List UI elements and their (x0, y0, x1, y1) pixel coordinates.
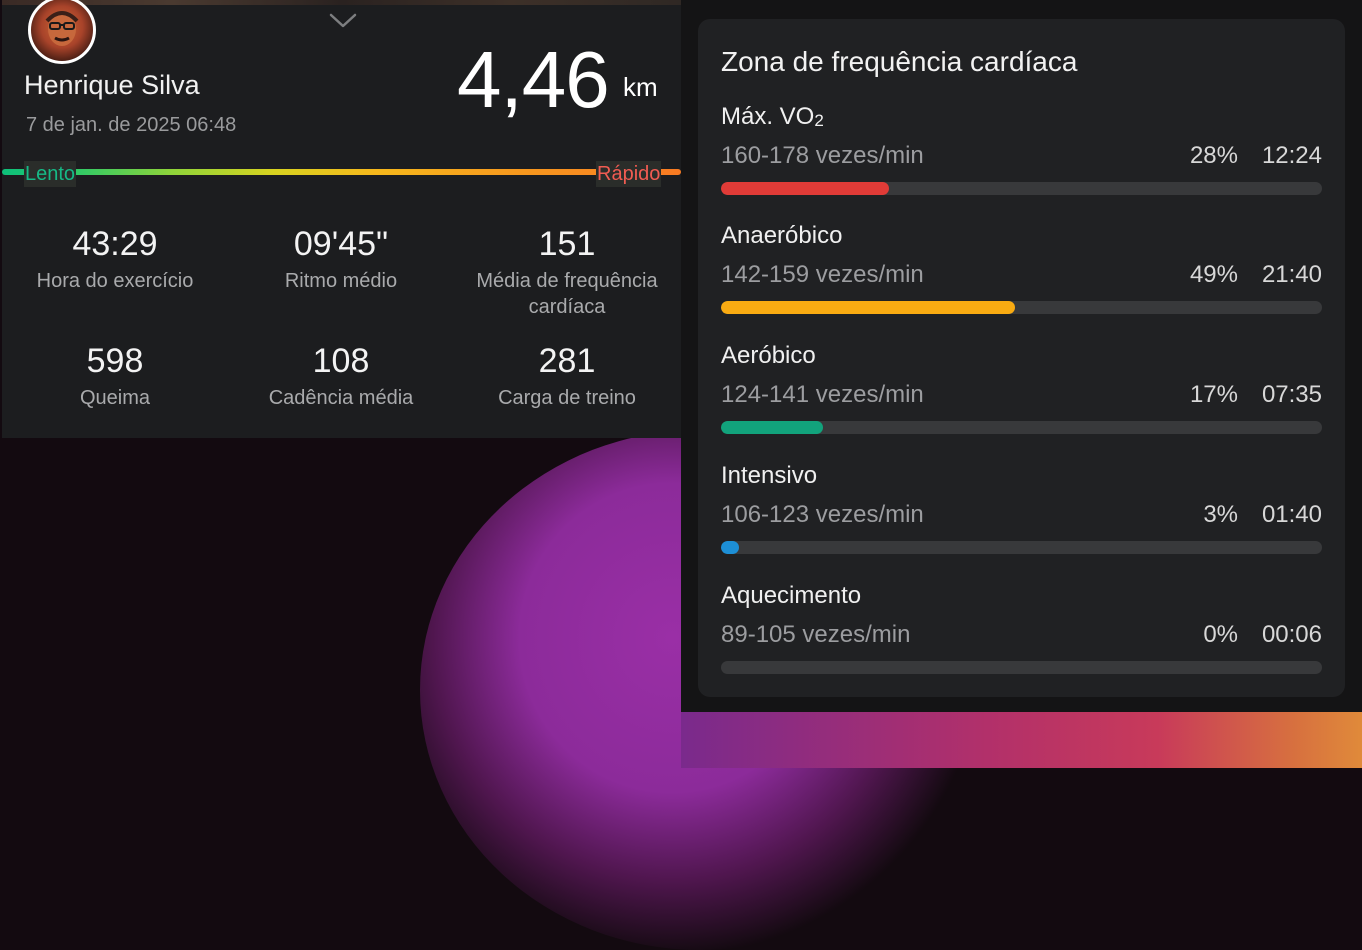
zone-progress-fill (721, 421, 824, 434)
zone-intensive: Intensivo 106-123 vezes/min 3% 01:40 (721, 462, 1322, 562)
zone-progress-track (721, 421, 1322, 434)
zone-progress-fill (721, 301, 1016, 314)
avatar[interactable] (28, 0, 96, 64)
zone-name: Anaeróbico (721, 222, 843, 249)
heart-rate-zone-title: Zona de frequência cardíaca (721, 46, 1078, 77)
zone-progress-fill (721, 541, 740, 554)
zone-warmup: Aquecimento 89-105 vezes/min 0% 00:06 (721, 582, 1322, 682)
zone-range: 89-105 vezes/min (721, 621, 911, 648)
zone-time: 01:40 (1261, 501, 1322, 528)
zone-percent: 28% (1189, 142, 1238, 169)
person-photo-icon (45, 11, 79, 46)
zone-name: Aeróbico (721, 342, 816, 369)
distance-unit: km (623, 72, 658, 102)
distance-value: 4,46 (457, 35, 610, 124)
workout-summary-card: Henrique Silva 7 de jan. de 2025 06:48 4… (2, 0, 681, 438)
zone-aerobic: Aeróbico 124-141 vezes/min 17% 07:35 (721, 342, 1322, 442)
stat-training-load: 281 Carga de treino (454, 341, 680, 411)
zone-percent: 49% (1189, 261, 1238, 288)
stat-average-heart-rate: 151 Média de frequência cardíaca (454, 224, 680, 320)
stat-label: Ritmo médio (284, 270, 398, 292)
zone-progress-track (721, 661, 1322, 674)
zone-progress-fill (721, 182, 890, 195)
zone-range: 160-178 vezes/min (721, 142, 924, 169)
map-strip (2, 0, 681, 5)
stat-exercise-time: 43:29 Hora do exercício (2, 224, 228, 294)
zone-percent: 3% (1203, 501, 1238, 528)
user-name: Henrique Silva (24, 70, 200, 100)
stat-value: 598 (86, 342, 144, 380)
zone-time: 12:24 (1261, 142, 1322, 169)
zone-range: 124-141 vezes/min (721, 381, 924, 408)
stat-label: Queima (79, 387, 151, 409)
stat-label: Carga de treino (498, 387, 636, 409)
chevron-down-icon[interactable] (328, 8, 358, 32)
zone-name: Intensivo (721, 462, 818, 489)
pace-fast-label: Rápido (596, 161, 662, 187)
zone-range: 142-159 vezes/min (721, 261, 924, 288)
zone-name-subscript: 2 (814, 111, 824, 130)
stat-label: Média de frequência cardíaca (476, 270, 658, 318)
stat-average-pace: 09'45" Ritmo médio (228, 224, 454, 294)
stat-value: 09'45" (293, 225, 389, 263)
pace-slow-label: Lento (24, 161, 77, 187)
zone-name: Máx. VO2 (721, 103, 824, 130)
stat-label: Hora do exercício (36, 270, 194, 292)
zone-range: 106-123 vezes/min (721, 501, 924, 528)
zone-progress-track (721, 182, 1322, 195)
workout-date-time: 7 de jan. de 2025 06:48 (26, 114, 237, 136)
zone-name: Aquecimento (721, 582, 862, 609)
stat-value: 108 (312, 342, 370, 380)
zone-progress-track (721, 541, 1322, 554)
stat-value: 151 (538, 225, 596, 263)
stat-value: 281 (538, 342, 596, 380)
zone-progress-track (721, 301, 1322, 314)
zone-time: 00:06 (1261, 621, 1322, 648)
stat-calories: 598 Queima (2, 341, 228, 411)
zone-percent: 17% (1189, 381, 1238, 408)
zone-time: 07:35 (1261, 381, 1322, 408)
zone-anaerobic: Anaeróbico 142-159 vezes/min 49% 21:40 (721, 222, 1322, 322)
pace-gradient-bar (2, 169, 681, 175)
stat-value: 43:29 (72, 225, 158, 263)
zone-time: 21:40 (1261, 261, 1322, 288)
zone-percent: 0% (1203, 621, 1238, 648)
background-gradient-strip (681, 712, 1362, 768)
zone-vo2max: Máx. VO2 160-178 vezes/min 28% 12:24 (721, 103, 1322, 203)
stat-label: Cadência média (268, 387, 414, 409)
stat-average-cadence: 108 Cadência média (228, 341, 454, 411)
